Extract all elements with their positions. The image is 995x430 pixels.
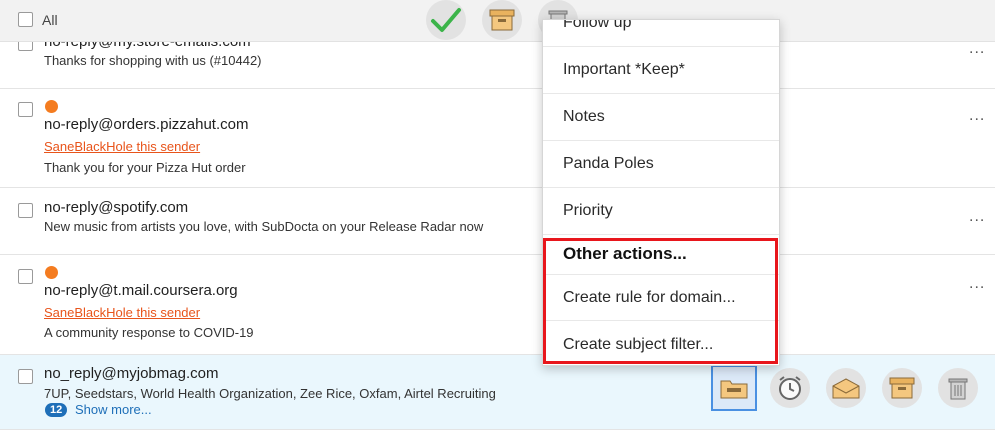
check-icon: [431, 8, 461, 32]
row-more-menu[interactable]: ...: [969, 107, 985, 125]
email-sender: no-reply@orders.pizzahut.com: [44, 116, 249, 133]
archive-button[interactable]: [482, 0, 522, 40]
open-envelope-icon: [832, 378, 860, 399]
menu-divider: [543, 140, 779, 141]
other-actions-header: Other actions...: [563, 244, 687, 263]
menu-divider: [543, 234, 779, 235]
bulk-action-toolbar: All: [0, 0, 995, 42]
select-all-label: All: [42, 12, 58, 28]
email-checkbox[interactable]: [18, 42, 33, 51]
trash-icon: [948, 378, 968, 400]
select-all-checkbox[interactable]: [18, 12, 33, 27]
email-sender: no_reply@myjobmag.com: [44, 365, 219, 382]
menu-item-create-subject-filter[interactable]: Create subject filter...: [563, 336, 713, 354]
menu-item-create-rule-for-domain[interactable]: Create rule for domain...: [563, 289, 736, 307]
unread-indicator: [45, 100, 58, 113]
row-more-menu[interactable]: ...: [969, 208, 985, 226]
thread-count-badge: 12: [45, 403, 68, 417]
email-row[interactable]: no-reply@spotify.com New music from arti…: [0, 188, 995, 255]
snooze-clock-icon: [779, 376, 801, 400]
email-subject: A community response to COVID-19: [44, 325, 254, 340]
email-checkbox[interactable]: [18, 369, 33, 384]
row-more-menu[interactable]: ...: [969, 42, 985, 58]
menu-item-follow-up[interactable]: Follow up: [563, 20, 631, 32]
blackhole-sender-link[interactable]: SaneBlackHole this sender: [44, 139, 200, 154]
email-row[interactable]: no-reply@orders.pizzahut.com SaneBlackHo…: [0, 89, 995, 188]
email-subject: Thank you for your Pizza Hut order: [44, 160, 246, 175]
folder-move-icon: [720, 380, 748, 399]
email-row[interactable]: no-reply@t.mail.coursera.org SaneBlackHo…: [0, 255, 995, 355]
archive-box-icon: [889, 377, 915, 399]
archive-box-icon: [489, 9, 515, 31]
email-sender: no-reply@my.store-emails.com: [44, 42, 251, 50]
menu-item-priority[interactable]: Priority: [563, 202, 613, 220]
move-to-folder-button[interactable]: [711, 365, 757, 411]
email-checkbox[interactable]: [18, 203, 33, 218]
row-more-menu[interactable]: ...: [969, 275, 985, 293]
menu-divider: [543, 274, 779, 275]
email-checkbox[interactable]: [18, 102, 33, 117]
unread-indicator: [45, 266, 58, 279]
mark-done-button[interactable]: [426, 0, 466, 40]
email-checkbox[interactable]: [18, 269, 33, 284]
menu-divider: [543, 187, 779, 188]
move-to-folder-menu: Follow up Important *Keep* Notes Panda P…: [542, 19, 780, 366]
mark-read-button[interactable]: [826, 368, 866, 408]
email-subject: New music from artists you love, with Su…: [44, 219, 484, 234]
blackhole-sender-link[interactable]: SaneBlackHole this sender: [44, 305, 200, 320]
menu-divider: [543, 46, 779, 47]
menu-item-notes[interactable]: Notes: [563, 108, 605, 126]
menu-divider: [543, 320, 779, 321]
show-more-link[interactable]: Show more...: [75, 402, 152, 417]
email-subject: Thanks for shopping with us (#10442): [44, 53, 262, 68]
menu-item-important-keep[interactable]: Important *Keep*: [563, 61, 685, 79]
email-subject: 7UP, Seedstars, World Health Organizatio…: [44, 386, 496, 401]
snooze-button[interactable]: [770, 368, 810, 408]
email-row[interactable]: no-reply@my.store-emails.com Thanks for …: [0, 42, 995, 89]
delete-button[interactable]: [938, 368, 978, 408]
menu-item-panda-poles[interactable]: Panda Poles: [563, 155, 654, 173]
email-sender: no-reply@spotify.com: [44, 199, 189, 216]
email-sender: no-reply@t.mail.coursera.org: [44, 282, 238, 299]
archive-button[interactable]: [882, 368, 922, 408]
menu-divider: [543, 93, 779, 94]
email-row-selected[interactable]: no_reply@myjobmag.com 7UP, Seedstars, Wo…: [0, 355, 995, 430]
